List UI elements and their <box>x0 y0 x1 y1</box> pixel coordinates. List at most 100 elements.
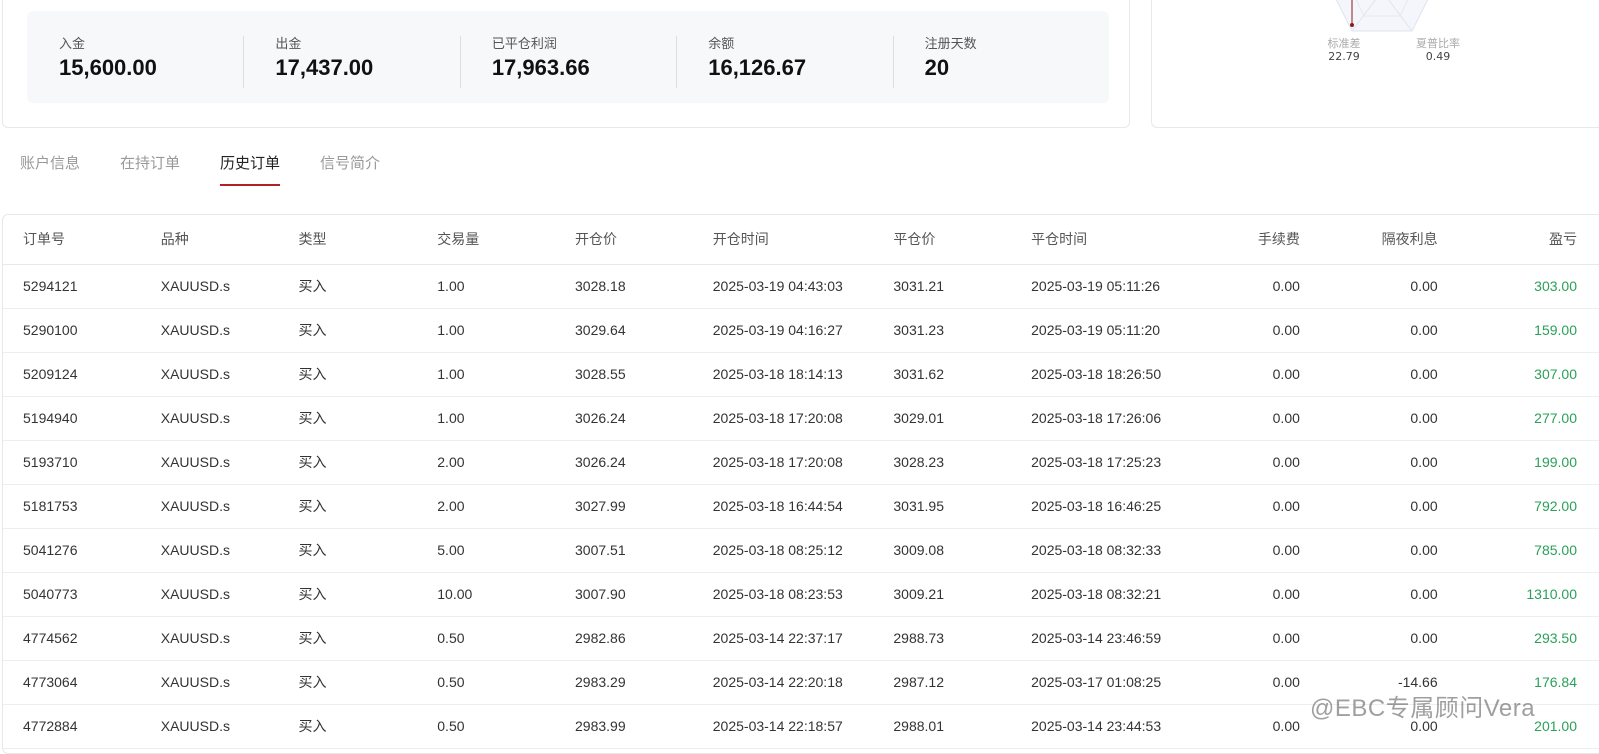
cell-order-id: 5290100 <box>3 308 141 353</box>
stat-value: 16,126.67 <box>708 55 807 80</box>
cell-swap: 0.00 <box>1299 572 1438 617</box>
stat-balance: 余额 16,126.67 <box>676 11 892 103</box>
cell-symbol: XAUUSD.s <box>140 484 279 529</box>
cell-commission: 0.00 <box>1191 352 1300 397</box>
radar-value-sharpe: 0.49 <box>1425 50 1451 63</box>
cell-close-time: 2025-03-17 01:08:25 <box>1011 660 1192 705</box>
cell-volume: 5.00 <box>417 528 556 573</box>
cell-volume: 2.00 <box>417 440 556 485</box>
tab-account-info[interactable]: 账户信息 <box>20 150 80 186</box>
history-orders-table: 订单号 品种 类型 交易量 开仓价 开仓时间 平仓价 平仓时间 手续费 隔夜利息… <box>3 215 1599 749</box>
cell-volume: 1.00 <box>417 308 556 353</box>
cell-open-price: 2983.99 <box>555 704 693 749</box>
cell-close-price: 3009.08 <box>873 528 1012 573</box>
cell-order-id: 5041276 <box>3 528 141 573</box>
table-row[interactable]: 5290100 XAUUSD.s 买入 1.00 3029.64 2025-03-19 0… <box>3 308 1599 353</box>
table-row[interactable]: 5209124 XAUUSD.s 买入 1.00 3028.55 2025-03-18 1… <box>3 352 1599 397</box>
cell-commission: 0.00 <box>1191 616 1300 661</box>
cell-type: 买入 <box>278 572 418 617</box>
col-header-profit[interactable]: 盈亏 <box>1437 215 1599 265</box>
cell-type: 买入 <box>278 616 418 661</box>
cell-open-price: 3007.51 <box>555 528 693 573</box>
table-row[interactable]: 5193710 XAUUSD.s 买入 2.00 3026.24 2025-03-18 1… <box>3 440 1599 485</box>
cell-order-id: 5040773 <box>3 572 141 617</box>
col-header-type[interactable]: 类型 <box>278 215 418 265</box>
cell-volume: 0.50 <box>417 660 556 705</box>
col-header-symbol[interactable]: 品种 <box>140 215 279 265</box>
cell-open-price: 3026.24 <box>555 396 693 441</box>
col-header-close-price[interactable]: 平仓价 <box>873 215 1012 265</box>
table-row[interactable]: 5294121 XAUUSD.s 买入 1.00 3028.18 2025-03-19 0… <box>3 264 1599 309</box>
watermark-text: @EBC专属顾问Vera <box>1310 695 1536 722</box>
cell-volume: 10.00 <box>417 572 556 617</box>
col-header-open-time[interactable]: 开仓时间 <box>692 215 874 265</box>
cell-open-price: 3027.99 <box>555 484 693 529</box>
cell-open-time: 2025-03-18 17:20:08 <box>692 440 874 485</box>
cell-type: 买入 <box>278 308 418 353</box>
cell-open-price: 3026.24 <box>555 440 693 485</box>
cell-commission: 0.00 <box>1191 484 1300 529</box>
col-header-swap[interactable]: 隔夜利息 <box>1299 215 1438 265</box>
cell-profit: 307.00 <box>1437 352 1599 397</box>
cell-commission: 0.00 <box>1191 704 1300 749</box>
cell-commission: 0.00 <box>1191 308 1300 353</box>
table-row[interactable]: 4774562 XAUUSD.s 买入 0.50 2982.86 2025-03-14 2… <box>3 616 1599 661</box>
cell-open-time: 2025-03-14 22:37:17 <box>692 616 874 661</box>
cell-close-time: 2025-03-18 17:26:06 <box>1011 396 1192 441</box>
cell-close-time: 2025-03-19 05:11:26 <box>1011 264 1192 309</box>
cell-swap: 0.00 <box>1299 396 1438 441</box>
cell-order-id: 5193710 <box>3 440 141 485</box>
cell-symbol: XAUUSD.s <box>140 572 279 617</box>
cell-close-price: 3031.62 <box>873 352 1012 397</box>
cell-symbol: XAUUSD.s <box>140 616 279 661</box>
cell-type: 买入 <box>278 264 418 309</box>
cell-commission: 0.00 <box>1191 440 1300 485</box>
tab-signal-intro[interactable]: 信号简介 <box>320 150 380 186</box>
stat-registered-days: 注册天数 20 <box>892 11 1109 103</box>
cell-swap: 0.00 <box>1299 308 1438 353</box>
col-header-volume[interactable]: 交易量 <box>417 215 556 265</box>
radar-label-sharpe: 夏普比率 <box>1416 37 1460 50</box>
tab-history-orders[interactable]: 历史订单 <box>220 150 281 186</box>
cell-open-price: 2983.29 <box>555 660 693 705</box>
col-header-open-price[interactable]: 开仓价 <box>555 215 693 265</box>
cell-swap: 0.00 <box>1299 352 1438 397</box>
cell-close-time: 2025-03-18 08:32:33 <box>1011 528 1192 573</box>
cell-order-id: 5209124 <box>3 352 141 397</box>
cell-type: 买入 <box>278 704 418 749</box>
cell-profit: 303.00 <box>1437 264 1599 309</box>
cell-swap: 0.00 <box>1299 264 1438 309</box>
cell-open-time: 2025-03-19 04:16:27 <box>692 308 874 353</box>
col-header-commission[interactable]: 手续费 <box>1191 215 1300 265</box>
cell-open-time: 2025-03-18 08:25:12 <box>692 528 874 573</box>
tab-open-orders[interactable]: 在持订单 <box>120 150 180 186</box>
history-orders-table-card: 订单号 品种 类型 交易量 开仓价 开仓时间 平仓价 平仓时间 手续费 隔夜利息… <box>2 214 1599 754</box>
cell-open-time: 2025-03-18 17:20:08 <box>692 396 874 441</box>
cell-symbol: XAUUSD.s <box>140 352 279 397</box>
table-row[interactable]: 5041276 XAUUSD.s 买入 5.00 3007.51 2025-03-18 0… <box>3 528 1599 573</box>
table-row[interactable]: 5181753 XAUUSD.s 买入 2.00 3027.99 2025-03-18 1… <box>3 484 1599 529</box>
cell-type: 买入 <box>278 528 418 573</box>
cell-open-time: 2025-03-18 18:14:13 <box>692 352 874 397</box>
cell-close-price: 2988.73 <box>873 616 1012 661</box>
col-header-order-id[interactable]: 订单号 <box>3 215 141 265</box>
cell-order-id: 5181753 <box>3 484 141 529</box>
cell-open-time: 2025-03-14 22:18:57 <box>692 704 874 749</box>
cell-close-time: 2025-03-18 17:25:23 <box>1011 440 1192 485</box>
cell-close-price: 2987.12 <box>873 660 1012 705</box>
cell-profit: 293.50 <box>1437 616 1599 661</box>
table-row[interactable]: 5194940 XAUUSD.s 买入 1.00 3026.24 2025-03-18 1… <box>3 396 1599 441</box>
cell-close-price: 3031.23 <box>873 308 1012 353</box>
table-row[interactable]: 5040773 XAUUSD.s 买入 10.00 3007.90 2025-03-18 … <box>3 572 1599 617</box>
cell-open-price: 3007.90 <box>555 572 693 617</box>
cell-type: 买入 <box>278 352 418 397</box>
cell-open-time: 2025-03-18 16:44:54 <box>692 484 874 529</box>
cell-close-price: 3029.01 <box>873 396 1012 441</box>
stat-value: 15,600.00 <box>59 55 157 80</box>
cell-open-price: 3028.18 <box>555 264 693 309</box>
stat-label: 余额 <box>708 37 735 52</box>
cell-commission: 0.00 <box>1191 264 1300 309</box>
cell-swap: 0.00 <box>1299 440 1438 485</box>
col-header-close-time[interactable]: 平仓时间 <box>1011 215 1192 265</box>
stat-closed-profit: 已平仓利润 17,963.66 <box>459 11 676 103</box>
